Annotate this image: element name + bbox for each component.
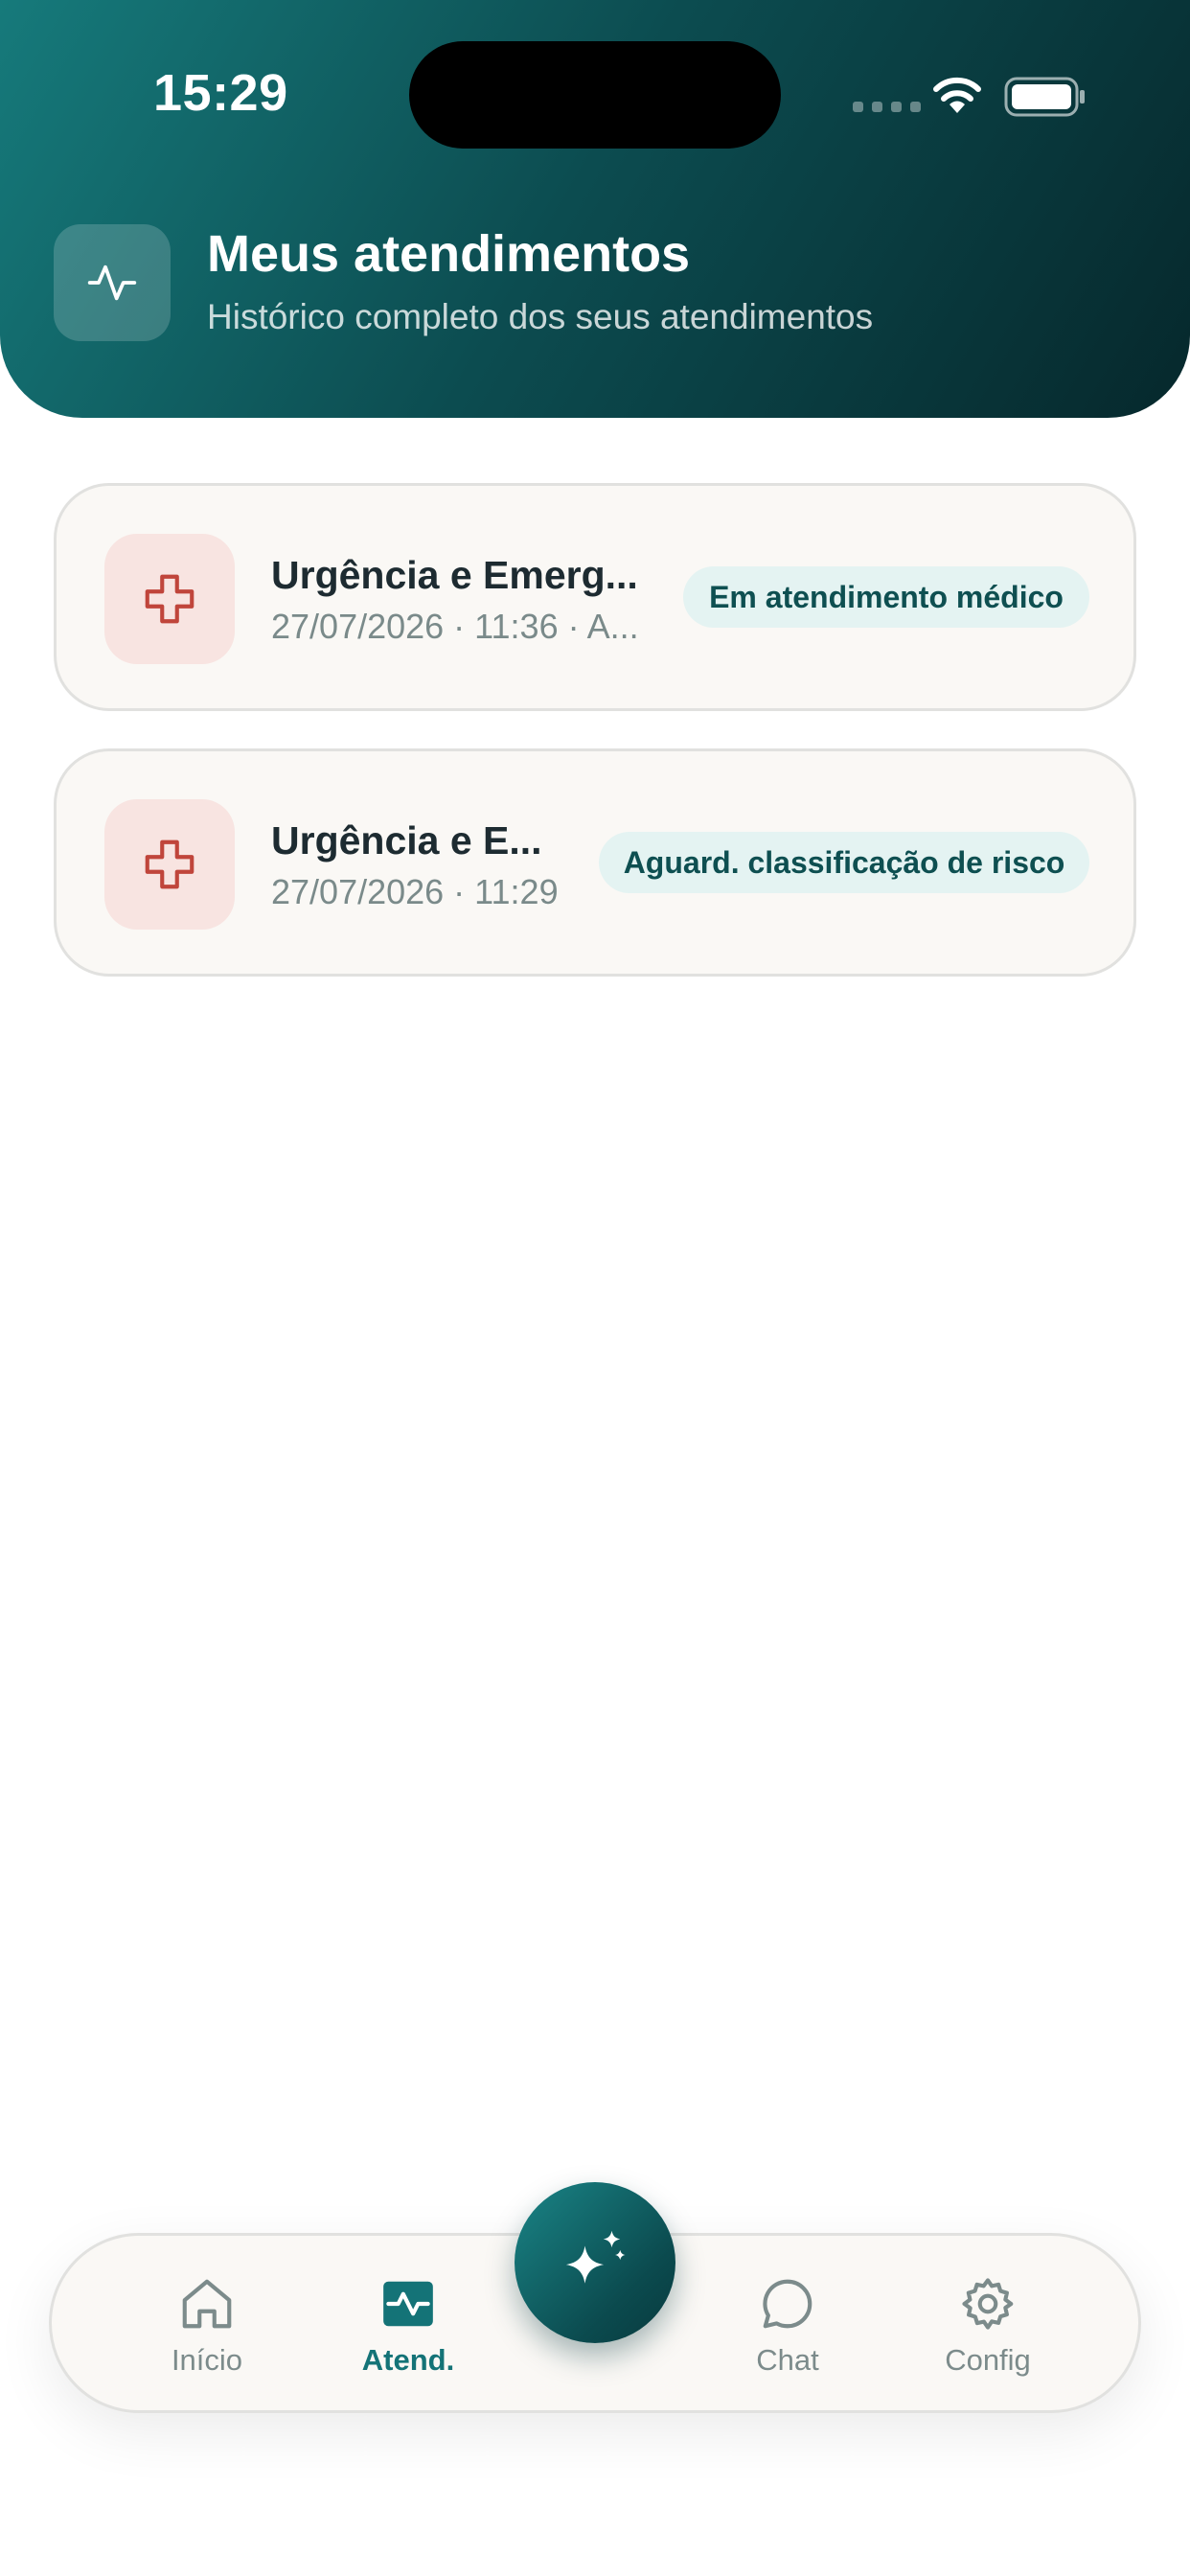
appointment-title: Urgência e E... bbox=[271, 818, 542, 862]
gear-icon bbox=[962, 2278, 1014, 2330]
activity-icon bbox=[383, 2281, 433, 2327]
appointment-card[interactable]: Urgência e Emerg... 27/07/2026 · 11:36 ·… bbox=[54, 483, 1136, 711]
nav-label: Chat bbox=[756, 2343, 819, 2377]
nav-item-chat[interactable]: Chat bbox=[701, 2236, 874, 2416]
battery-icon bbox=[1004, 77, 1085, 117]
page-subtitle: Histórico completo dos seus atendimentos bbox=[207, 297, 874, 336]
nav-item-inicio[interactable]: Início bbox=[121, 2236, 293, 2416]
home-icon bbox=[182, 2279, 232, 2329]
nav-item-config[interactable]: Config bbox=[902, 2236, 1074, 2416]
chat-bubble-icon bbox=[763, 2279, 812, 2329]
appointment-datetime: 27/07/2026 · 11:36 · A... bbox=[271, 607, 639, 646]
dynamic-island bbox=[409, 41, 781, 149]
screen: 15:29 Meus atendimentos Histórico comple… bbox=[0, 0, 1190, 2576]
status-time: 15:29 bbox=[153, 64, 288, 122]
appointment-title: Urgência e Emerg... bbox=[271, 553, 638, 597]
wifi-icon bbox=[933, 77, 981, 113]
header-activity-icon bbox=[54, 224, 171, 341]
page-title: Meus atendimentos bbox=[207, 225, 691, 283]
ai-assistant-button[interactable] bbox=[515, 2182, 675, 2343]
medical-cross-icon bbox=[104, 534, 235, 664]
nav-label: Atend. bbox=[361, 2343, 455, 2377]
nav-item-atendimentos[interactable]: Atend. bbox=[322, 2236, 494, 2416]
nav-label: Início bbox=[171, 2343, 243, 2377]
header: 15:29 Meus atendimentos Histórico comple… bbox=[0, 0, 1190, 418]
status-badge: Em atendimento médico bbox=[683, 566, 1089, 628]
nav-label: Config bbox=[945, 2343, 1031, 2377]
cellular-signal-icon bbox=[853, 102, 921, 112]
appointment-datetime: 27/07/2026 · 11:29 bbox=[271, 872, 559, 911]
medical-cross-icon bbox=[104, 799, 235, 930]
status-badge: Aguard. classificação de risco bbox=[599, 832, 1089, 893]
appointment-card[interactable]: Urgência e E... 27/07/2026 · 11:29 Aguar… bbox=[54, 748, 1136, 977]
sparkles-icon bbox=[565, 2230, 626, 2284]
